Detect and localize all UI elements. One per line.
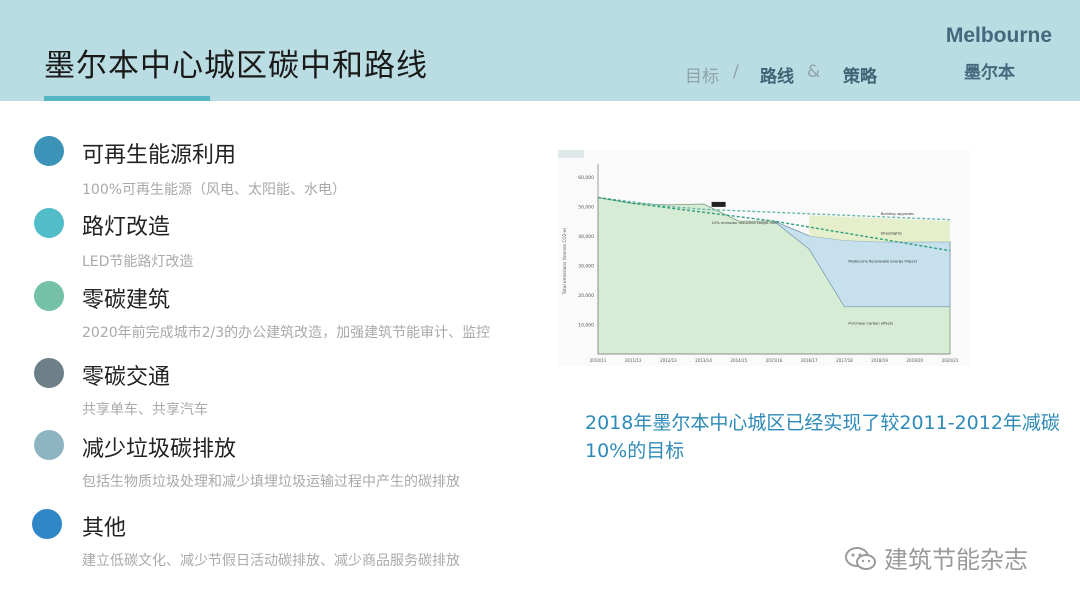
emissions-chart: 60,000 50,000 40,000 30,000 20,000 10,000 2010… bbox=[558, 150, 970, 366]
item-title: 减少垃圾碳排放 bbox=[82, 437, 237, 462]
title-underline bbox=[44, 96, 210, 101]
y-tick-label: 50,000 bbox=[578, 204, 594, 210]
y-tick-label: 10,000 bbox=[578, 322, 594, 328]
chart-annotation: Building upgrades bbox=[881, 212, 915, 216]
chart-annotation: 10% emission reduction target met bbox=[712, 221, 778, 225]
x-tick-label: 2016/17 bbox=[801, 358, 818, 363]
chart-annotation: Purchase Carbon offsets bbox=[848, 321, 893, 325]
emissions-chart-svg: 60,000 50,000 40,000 30,000 20,000 10,000 2010… bbox=[562, 164, 959, 363]
x-tick-label: 2014/15 bbox=[730, 358, 747, 363]
x-tick-label: 2020/21 bbox=[942, 358, 959, 363]
item-description: 建立低碳文化、减少节假日活动碳排放、减少商品服务碳排放 bbox=[82, 553, 460, 569]
watermark-text: 建筑节能杂志 bbox=[884, 546, 1028, 574]
x-tick-label: 2010/11 bbox=[590, 358, 607, 363]
y-tick-label: 40,000 bbox=[578, 234, 594, 240]
nav-separator: / bbox=[733, 62, 739, 82]
bullet-dot bbox=[34, 208, 64, 238]
bullet-dot bbox=[34, 430, 64, 460]
y-tick-label: 20,000 bbox=[578, 293, 594, 299]
wechat-icon bbox=[845, 547, 876, 570]
nav-route[interactable]: 路线 bbox=[760, 62, 794, 87]
item-description: 共享单车、共享汽车 bbox=[82, 402, 208, 418]
nav-strategy[interactable]: 策略 bbox=[843, 62, 877, 87]
item-title: 路灯改造 bbox=[82, 215, 171, 240]
y-tick-label: 60,000 bbox=[578, 175, 594, 181]
chart-corner-tab bbox=[558, 150, 584, 158]
brand-subtitle: 墨尔本 bbox=[964, 63, 1015, 83]
chart-caption: 2018年墨尔本中心城区已经实现了较2011-2012年减碳10%的目标 bbox=[585, 412, 1060, 462]
item-title: 零碳交通 bbox=[82, 365, 171, 390]
x-tick-label: 2018/19 bbox=[871, 358, 888, 363]
item-description: 100%可再生能源（风电、太阳能、水电） bbox=[82, 182, 347, 198]
x-tick-label: 2011/12 bbox=[625, 358, 642, 363]
bullet-dot bbox=[34, 136, 64, 166]
y-axis-label: Total emissions (tonnes CO2-e) bbox=[562, 227, 568, 295]
nav-goal[interactable]: 目标 bbox=[685, 62, 719, 87]
item-title: 其他 bbox=[82, 516, 127, 541]
milestone-marker bbox=[711, 201, 726, 207]
item-title: 可再生能源利用 bbox=[82, 143, 237, 168]
page-title: 墨尔本中心城区碳中和路线 bbox=[44, 48, 428, 84]
item-description: 2020年前完成城市2/3的办公建筑改造，加强建筑节能审计、监控 bbox=[82, 325, 491, 341]
x-tick-label: 2013/14 bbox=[695, 358, 712, 363]
x-tick-label: 2012/13 bbox=[660, 358, 677, 363]
nav-ampersand: & bbox=[807, 62, 821, 82]
x-tick-label: 2017/18 bbox=[836, 358, 853, 363]
y-tick-label: 30,000 bbox=[578, 263, 594, 269]
item-description: LED节能路灯改造 bbox=[82, 254, 194, 270]
x-tick-label: 2015/16 bbox=[766, 358, 783, 363]
chart-annotation: Streetlights bbox=[881, 231, 902, 235]
bullet-dot bbox=[34, 281, 64, 311]
x-tick-label: 2019/20 bbox=[906, 358, 923, 363]
item-title: 零碳建筑 bbox=[82, 288, 171, 313]
bullet-dot bbox=[32, 509, 62, 539]
chart-annotation: Melbourne Renewable Energy Project bbox=[848, 259, 917, 263]
brand-logo-text: Melbourne bbox=[945, 24, 1052, 47]
bullet-dot bbox=[34, 358, 64, 388]
item-description: 包括生物质垃圾处理和减少填埋垃圾运输过程中产生的碳排放 bbox=[82, 474, 460, 490]
